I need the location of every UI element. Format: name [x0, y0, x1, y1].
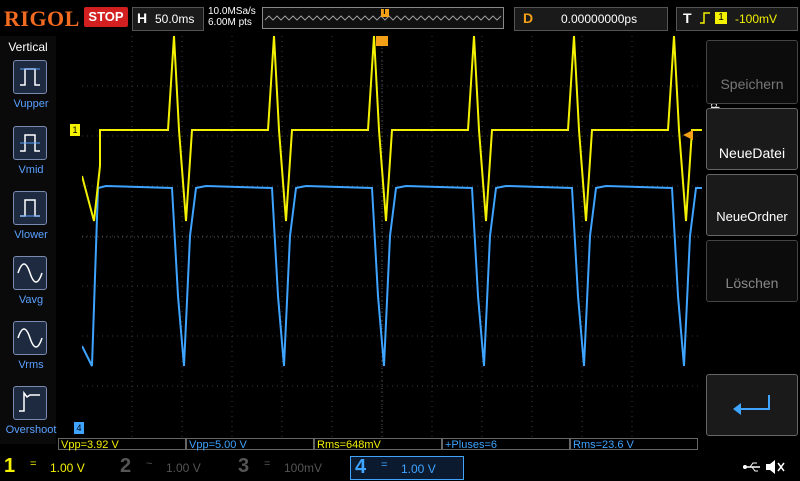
trigger-position-marker — [376, 36, 388, 46]
channel-4-status[interactable]: 4 = 1.00 V — [350, 456, 464, 480]
measurement-sidebar: Vertical Vupper Vmid Vlower Vavg Vrms Ov… — [0, 36, 56, 444]
sidebar-item-vupper[interactable]: Vupper — [0, 98, 62, 110]
coupling-dc-icon: = — [30, 458, 37, 470]
channel-scale: 1.00 V — [166, 461, 201, 475]
usb-icon — [742, 460, 762, 479]
vrms-icon[interactable] — [13, 321, 47, 355]
channel-number: 2 — [120, 455, 132, 477]
memory-position-bar[interactable]: T — [262, 7, 504, 29]
acquisition-info: 10.0MSa/s 6.00M pts — [208, 6, 256, 28]
measurement-readout-bar: Vpp=3.92 V Vpp=5.00 V Rms=648mV +Pluses=… — [58, 438, 700, 452]
vupper-icon[interactable] — [13, 60, 47, 94]
memory-trigger-marker: T — [382, 7, 387, 16]
channel-scale: 1.00 V — [401, 462, 436, 476]
coupling-dc-icon: = — [264, 458, 271, 470]
speaker-mute-icon[interactable] — [764, 458, 786, 481]
run-stop-indicator[interactable]: STOP — [84, 7, 128, 27]
trigger-level: -100mV — [735, 12, 778, 26]
vavg-icon[interactable] — [13, 256, 47, 290]
channel-scale: 100mV — [284, 461, 323, 475]
new-file-button-label: NeueDatei — [718, 145, 786, 161]
channel-number: 4 — [355, 456, 367, 478]
waveform-display[interactable]: 1 4 — [70, 35, 702, 438]
sidebar-item-vrms[interactable]: Vrms — [0, 359, 62, 371]
channel-1-trace — [81, 35, 702, 222]
sample-rate: 10.0MSa/s — [208, 6, 256, 17]
new-folder-button[interactable]: NeueOrdner — [706, 174, 798, 236]
softkey-menu: Speichern Speichern NeueDatei NeueOrdner… — [704, 36, 800, 440]
sidebar-item-overshoot[interactable]: Overshoot — [0, 424, 62, 436]
return-arrow-icon — [731, 393, 775, 422]
vlower-icon[interactable] — [13, 191, 47, 225]
sidebar-item-vavg[interactable]: Vavg — [0, 294, 62, 306]
channel-3-status[interactable]: 3 = 100mV — [234, 455, 344, 478]
trigger-key: T — [683, 10, 692, 26]
trigger-box[interactable]: T 1 -100mV — [676, 7, 798, 31]
sidebar-item-vlower[interactable]: Vlower — [0, 229, 62, 241]
measurement-ch4-rms[interactable]: Rms=23.6 V — [570, 438, 698, 451]
channel-status-bar: 1 = 1.00 V 2 ~ 1.00 V 3 = 100mV 4 = 1.00… — [0, 454, 800, 480]
overshoot-icon[interactable] — [13, 386, 47, 420]
measurement-ch1-rms[interactable]: Rms=648mV — [314, 438, 442, 451]
channel-scale: 1.00 V — [50, 461, 85, 475]
new-folder-button-label: NeueOrdner — [716, 209, 788, 224]
channel-4-trace — [81, 184, 702, 367]
new-file-button[interactable]: NeueDatei — [706, 108, 798, 170]
ch4-offset-marker[interactable]: 4 — [74, 422, 84, 434]
save-button[interactable]: Speichern — [706, 40, 798, 104]
delay-box[interactable]: D 0.00000000ps — [514, 7, 668, 31]
measurement-ch4-vpp[interactable]: Vpp=5.00 V — [186, 438, 314, 451]
delete-button[interactable]: Löschen — [706, 240, 798, 302]
channel-number: 1 — [4, 455, 16, 477]
vmid-icon[interactable] — [13, 126, 47, 160]
top-status-bar: RIGOL STOP H 50.0ms 10.0MSa/s 6.00M pts … — [0, 0, 800, 36]
delay-key: D — [523, 10, 534, 26]
waveform-canvas — [81, 35, 702, 438]
channel-1-status[interactable]: 1 = 1.00 V — [0, 455, 110, 478]
save-button-label: Speichern — [720, 76, 784, 92]
coupling-ac-icon: ~ — [146, 458, 153, 470]
coupling-dc-icon: = — [381, 459, 388, 471]
channel-number: 3 — [238, 455, 250, 477]
trigger-source-badge: 1 — [715, 12, 727, 24]
sidebar-item-vmid[interactable]: Vmid — [0, 164, 62, 176]
timebase-value: 50.0ms — [155, 12, 195, 26]
delete-button-label: Löschen — [725, 275, 779, 291]
timebase-key: H — [137, 10, 148, 26]
measurement-ch1-vpp[interactable]: Vpp=3.92 V — [58, 438, 186, 451]
measurement-ch4-pulses[interactable]: +Pluses=6 — [442, 438, 570, 451]
trigger-level-arrow[interactable] — [683, 128, 695, 146]
rising-edge-icon — [699, 10, 711, 31]
sidebar-title: Vertical — [8, 40, 48, 54]
channel-2-status[interactable]: 2 ~ 1.00 V — [116, 455, 226, 478]
return-button[interactable] — [706, 374, 798, 436]
ch1-offset-marker[interactable]: 1 — [70, 124, 80, 136]
delay-value: 0.00000000ps — [561, 12, 638, 26]
brand-logo: RIGOL — [4, 6, 80, 31]
memory-depth: 6.00M pts — [208, 17, 252, 28]
timebase-box[interactable]: H 50.0ms — [132, 7, 204, 31]
